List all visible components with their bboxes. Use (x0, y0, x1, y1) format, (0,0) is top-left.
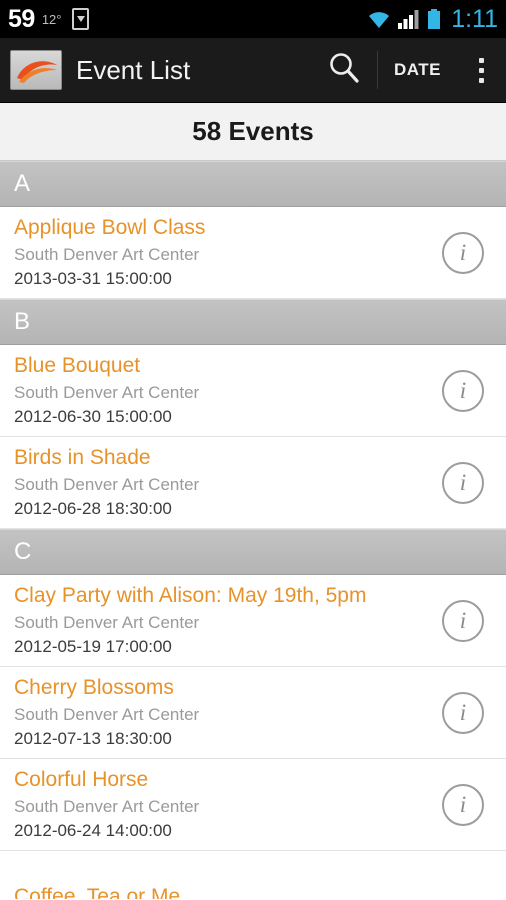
event-venue: South Denver Art Center (14, 475, 200, 494)
event-title: Blue Bouquet (14, 354, 141, 377)
event-count-header: 58 Events (0, 103, 506, 161)
section-header: B (0, 299, 506, 345)
overflow-menu-button[interactable] (457, 38, 506, 102)
section-header: C (0, 529, 506, 575)
status-bar: 59 12° 1:11 (0, 0, 506, 38)
clock-time: 1:11 (451, 4, 498, 33)
list-item[interactable]: Applique Bowl Class South Denver Art Cen… (0, 207, 506, 299)
battery-download-icon (72, 8, 90, 30)
event-details: Cherry Blossoms South Denver Art Center … (14, 676, 420, 749)
search-icon (327, 51, 361, 90)
page-title: Event List (76, 54, 191, 85)
event-venue: South Denver Art Center (14, 705, 200, 724)
section-letter: C (14, 538, 32, 565)
info-icon: i (442, 461, 484, 504)
event-title: Birds in Shade (14, 446, 151, 469)
event-details: Colorful Horse South Denver Art Center 2… (14, 768, 420, 841)
temperature-unit: 12° (41, 11, 62, 27)
signal-bars-icon (398, 9, 420, 29)
event-venue: South Denver Art Center (14, 383, 200, 402)
search-button[interactable] (311, 38, 377, 102)
event-date: 2012-07-13 18:30:00 (14, 729, 172, 748)
temperature-value: 59 (8, 4, 35, 33)
list-item[interactable]: Coffee, Tea or Me (0, 851, 506, 899)
event-title: Clay Party with Alison: May 19th, 5pm (14, 584, 367, 607)
event-date: 2012-06-30 15:00:00 (14, 407, 172, 426)
event-date: 2012-06-24 14:00:00 (14, 821, 172, 840)
battery-icon (427, 9, 441, 29)
info-icon: i (442, 599, 484, 642)
event-title: Applique Bowl Class (14, 216, 206, 239)
status-bar-right: 1:11 (367, 5, 498, 34)
event-date: 2013-03-31 15:00:00 (14, 269, 172, 288)
section-letter: B (14, 308, 31, 335)
info-icon: i (442, 369, 484, 412)
event-date: 2012-05-19 17:00:00 (14, 637, 172, 656)
section-header: A (0, 161, 506, 207)
event-details: Birds in Shade South Denver Art Center 2… (14, 446, 420, 519)
list-item[interactable]: Clay Party with Alison: May 19th, 5pm So… (0, 575, 506, 667)
event-title: Colorful Horse (14, 768, 149, 791)
overflow-menu-icon (473, 57, 490, 83)
event-venue: South Denver Art Center (14, 245, 200, 264)
info-icon: i (442, 231, 484, 274)
sort-by-date-button[interactable]: DATE (378, 38, 457, 102)
list-item[interactable]: Cherry Blossoms South Denver Art Center … (0, 667, 506, 759)
event-info-button[interactable]: i (420, 369, 506, 412)
action-bar-actions: DATE (311, 38, 506, 102)
list-item[interactable]: Blue Bouquet South Denver Art Center 201… (0, 345, 506, 437)
event-details: Applique Bowl Class South Denver Art Cen… (14, 216, 420, 289)
info-icon: i (442, 691, 484, 734)
wifi-icon (367, 10, 391, 29)
event-details: Clay Party with Alison: May 19th, 5pm So… (14, 584, 420, 657)
event-details: Coffee, Tea or Me (14, 885, 420, 899)
event-venue: South Denver Art Center (14, 613, 200, 632)
event-info-button[interactable]: i (420, 599, 506, 642)
app-logo-icon[interactable] (10, 50, 62, 90)
event-date: 2012-06-28 18:30:00 (14, 499, 172, 518)
action-bar: Event List DATE (0, 38, 506, 103)
event-venue: South Denver Art Center (14, 797, 200, 816)
event-count-label: 58 Events (192, 116, 314, 146)
info-icon: i (442, 783, 484, 826)
event-info-button[interactable]: i (420, 691, 506, 734)
section-letter: A (14, 170, 31, 197)
event-title: Coffee, Tea or Me (14, 885, 181, 899)
list-item[interactable]: Birds in Shade South Denver Art Center 2… (0, 437, 506, 529)
event-info-button[interactable]: i (420, 231, 506, 274)
list-item[interactable]: Colorful Horse South Denver Art Center 2… (0, 759, 506, 851)
event-title: Cherry Blossoms (14, 676, 174, 699)
event-info-button[interactable]: i (420, 461, 506, 504)
event-details: Blue Bouquet South Denver Art Center 201… (14, 354, 420, 427)
status-bar-left: 59 12° (8, 4, 90, 34)
event-list[interactable]: A Applique Bowl Class South Denver Art C… (0, 161, 506, 899)
event-info-button[interactable]: i (420, 783, 506, 826)
sort-by-date-label: DATE (393, 60, 441, 79)
